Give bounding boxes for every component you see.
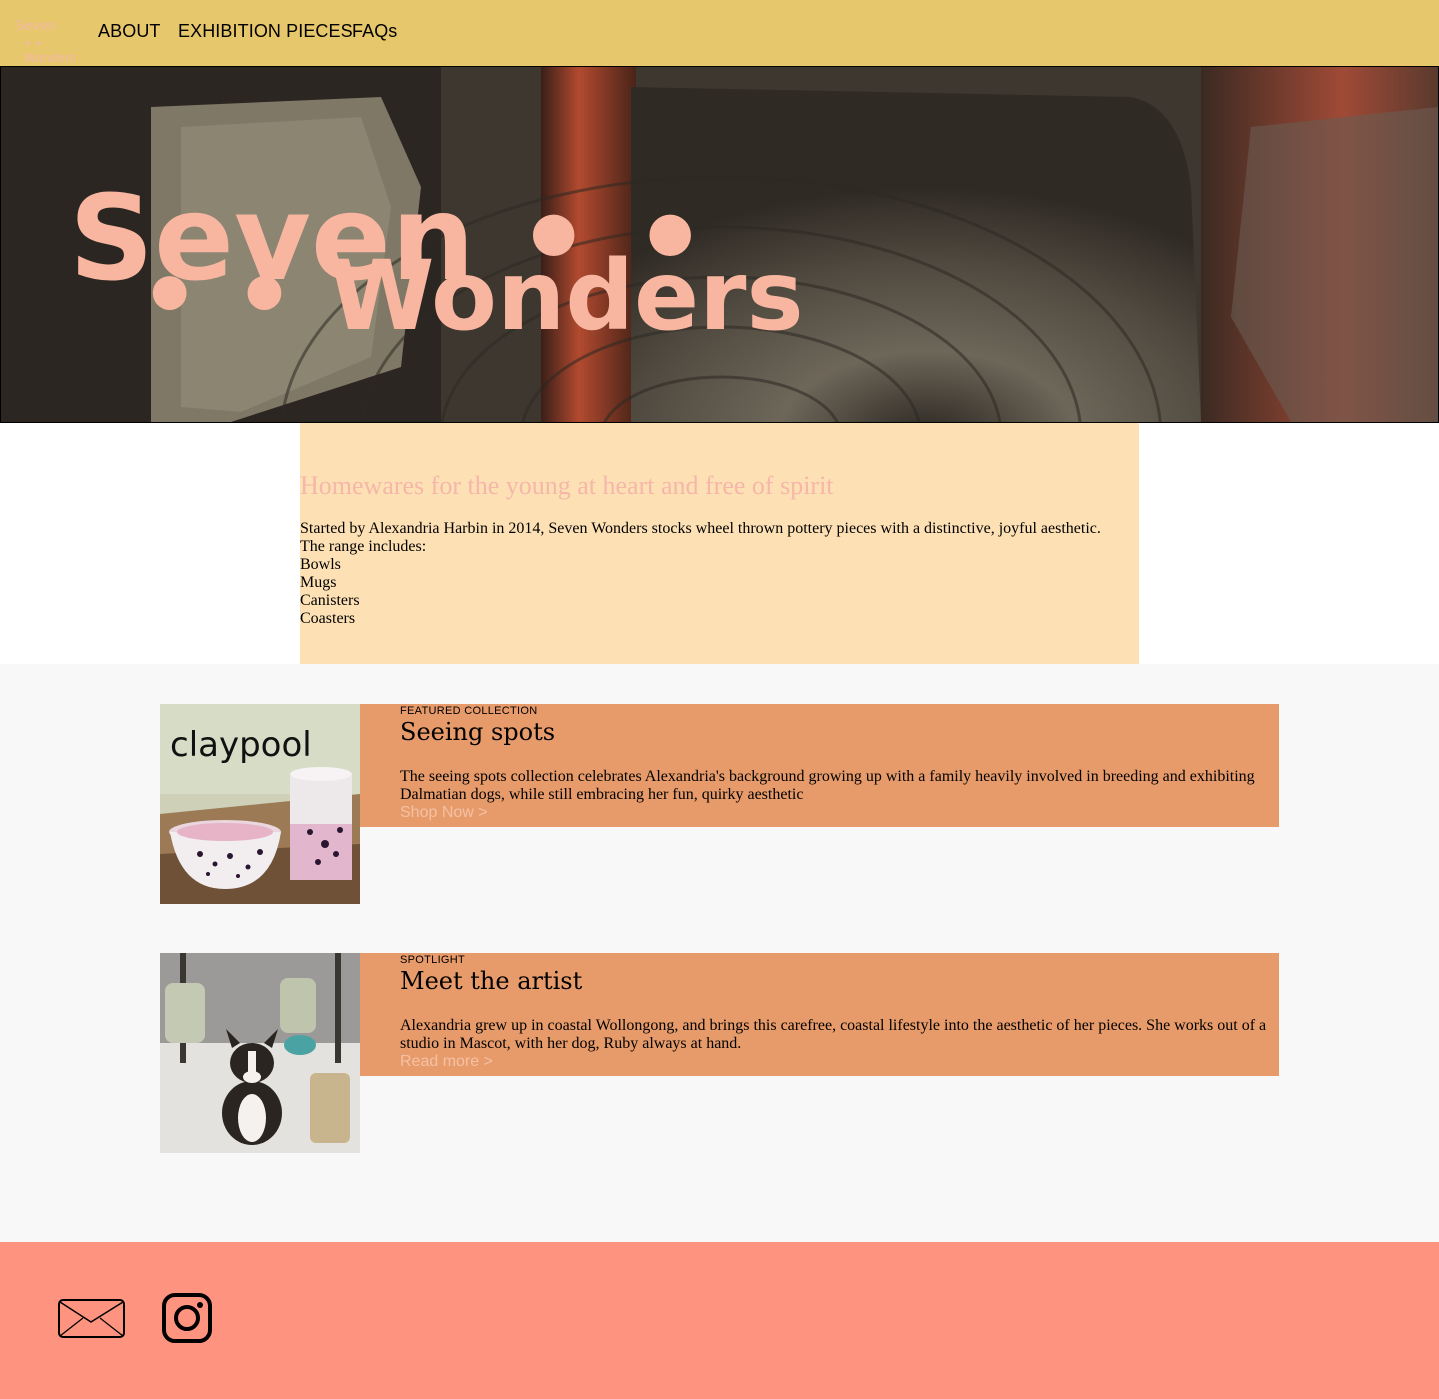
shop-now-link[interactable]: Shop Now > [400, 804, 488, 822]
logo-line-1: Seven [16, 19, 57, 34]
logo-line-2: • • Wonders [24, 37, 77, 65]
range-label: The range includes: [300, 538, 427, 555]
footer [0, 1242, 1439, 1399]
featured-collection-card: FEATURED COLLECTION Seeing spots The see… [360, 704, 1279, 827]
intro-heading: Homewares for the young at heart and fre… [300, 471, 834, 500]
seeing-spots-image: claypool [160, 704, 360, 904]
nav-link-exhibition-pieces[interactable]: EXHIBITION PIECES [178, 21, 353, 42]
hero-banner: Seven • • • • Wonders [0, 66, 1439, 423]
range-item-bowls: Bowls [300, 556, 341, 573]
nav-link-about[interactable]: ABOUT [98, 21, 161, 42]
nav-link-faqs[interactable]: FAQs [352, 21, 397, 42]
range-item-coasters: Coasters [300, 610, 356, 627]
card-eyebrow: SPOTLIGHT [400, 954, 466, 966]
intro-paragraph: Started by Alexandria Harbin in 2014, Se… [300, 520, 1101, 537]
hero-pottery-wheel-image: Seven • • • • Wonders [1, 67, 1438, 422]
intro-section: Homewares for the young at heart and fre… [300, 423, 1139, 664]
hero-title-line-2: • • Wonders [139, 240, 804, 352]
claypool-sign-text: claypool [170, 725, 312, 765]
top-nav: Seven • • Wonders ABOUT EXHIBITION PIECE… [0, 0, 1439, 66]
email-icon[interactable] [57, 1298, 127, 1345]
card-title: Meet the artist [400, 967, 583, 995]
range-item-canisters: Canisters [300, 592, 360, 609]
card-title: Seeing spots [400, 718, 556, 746]
card-description: Alexandria grew up in coastal Wollongong… [400, 1017, 1267, 1052]
instagram-icon[interactable] [161, 1292, 213, 1349]
spotlight-card: SPOTLIGHT Meet the artist Alexandria gre… [360, 953, 1279, 1076]
card-description: The seeing spots collection celebrates A… [400, 768, 1255, 803]
range-item-mugs: Mugs [300, 574, 337, 591]
range-list: The range includes: Bowls Mugs Canisters… [300, 538, 426, 628]
artist-dog-image [160, 953, 360, 1153]
logo[interactable]: Seven • • Wonders [14, 18, 84, 66]
card-eyebrow: FEATURED COLLECTION [400, 705, 538, 717]
read-more-link[interactable]: Read more > [400, 1053, 493, 1071]
